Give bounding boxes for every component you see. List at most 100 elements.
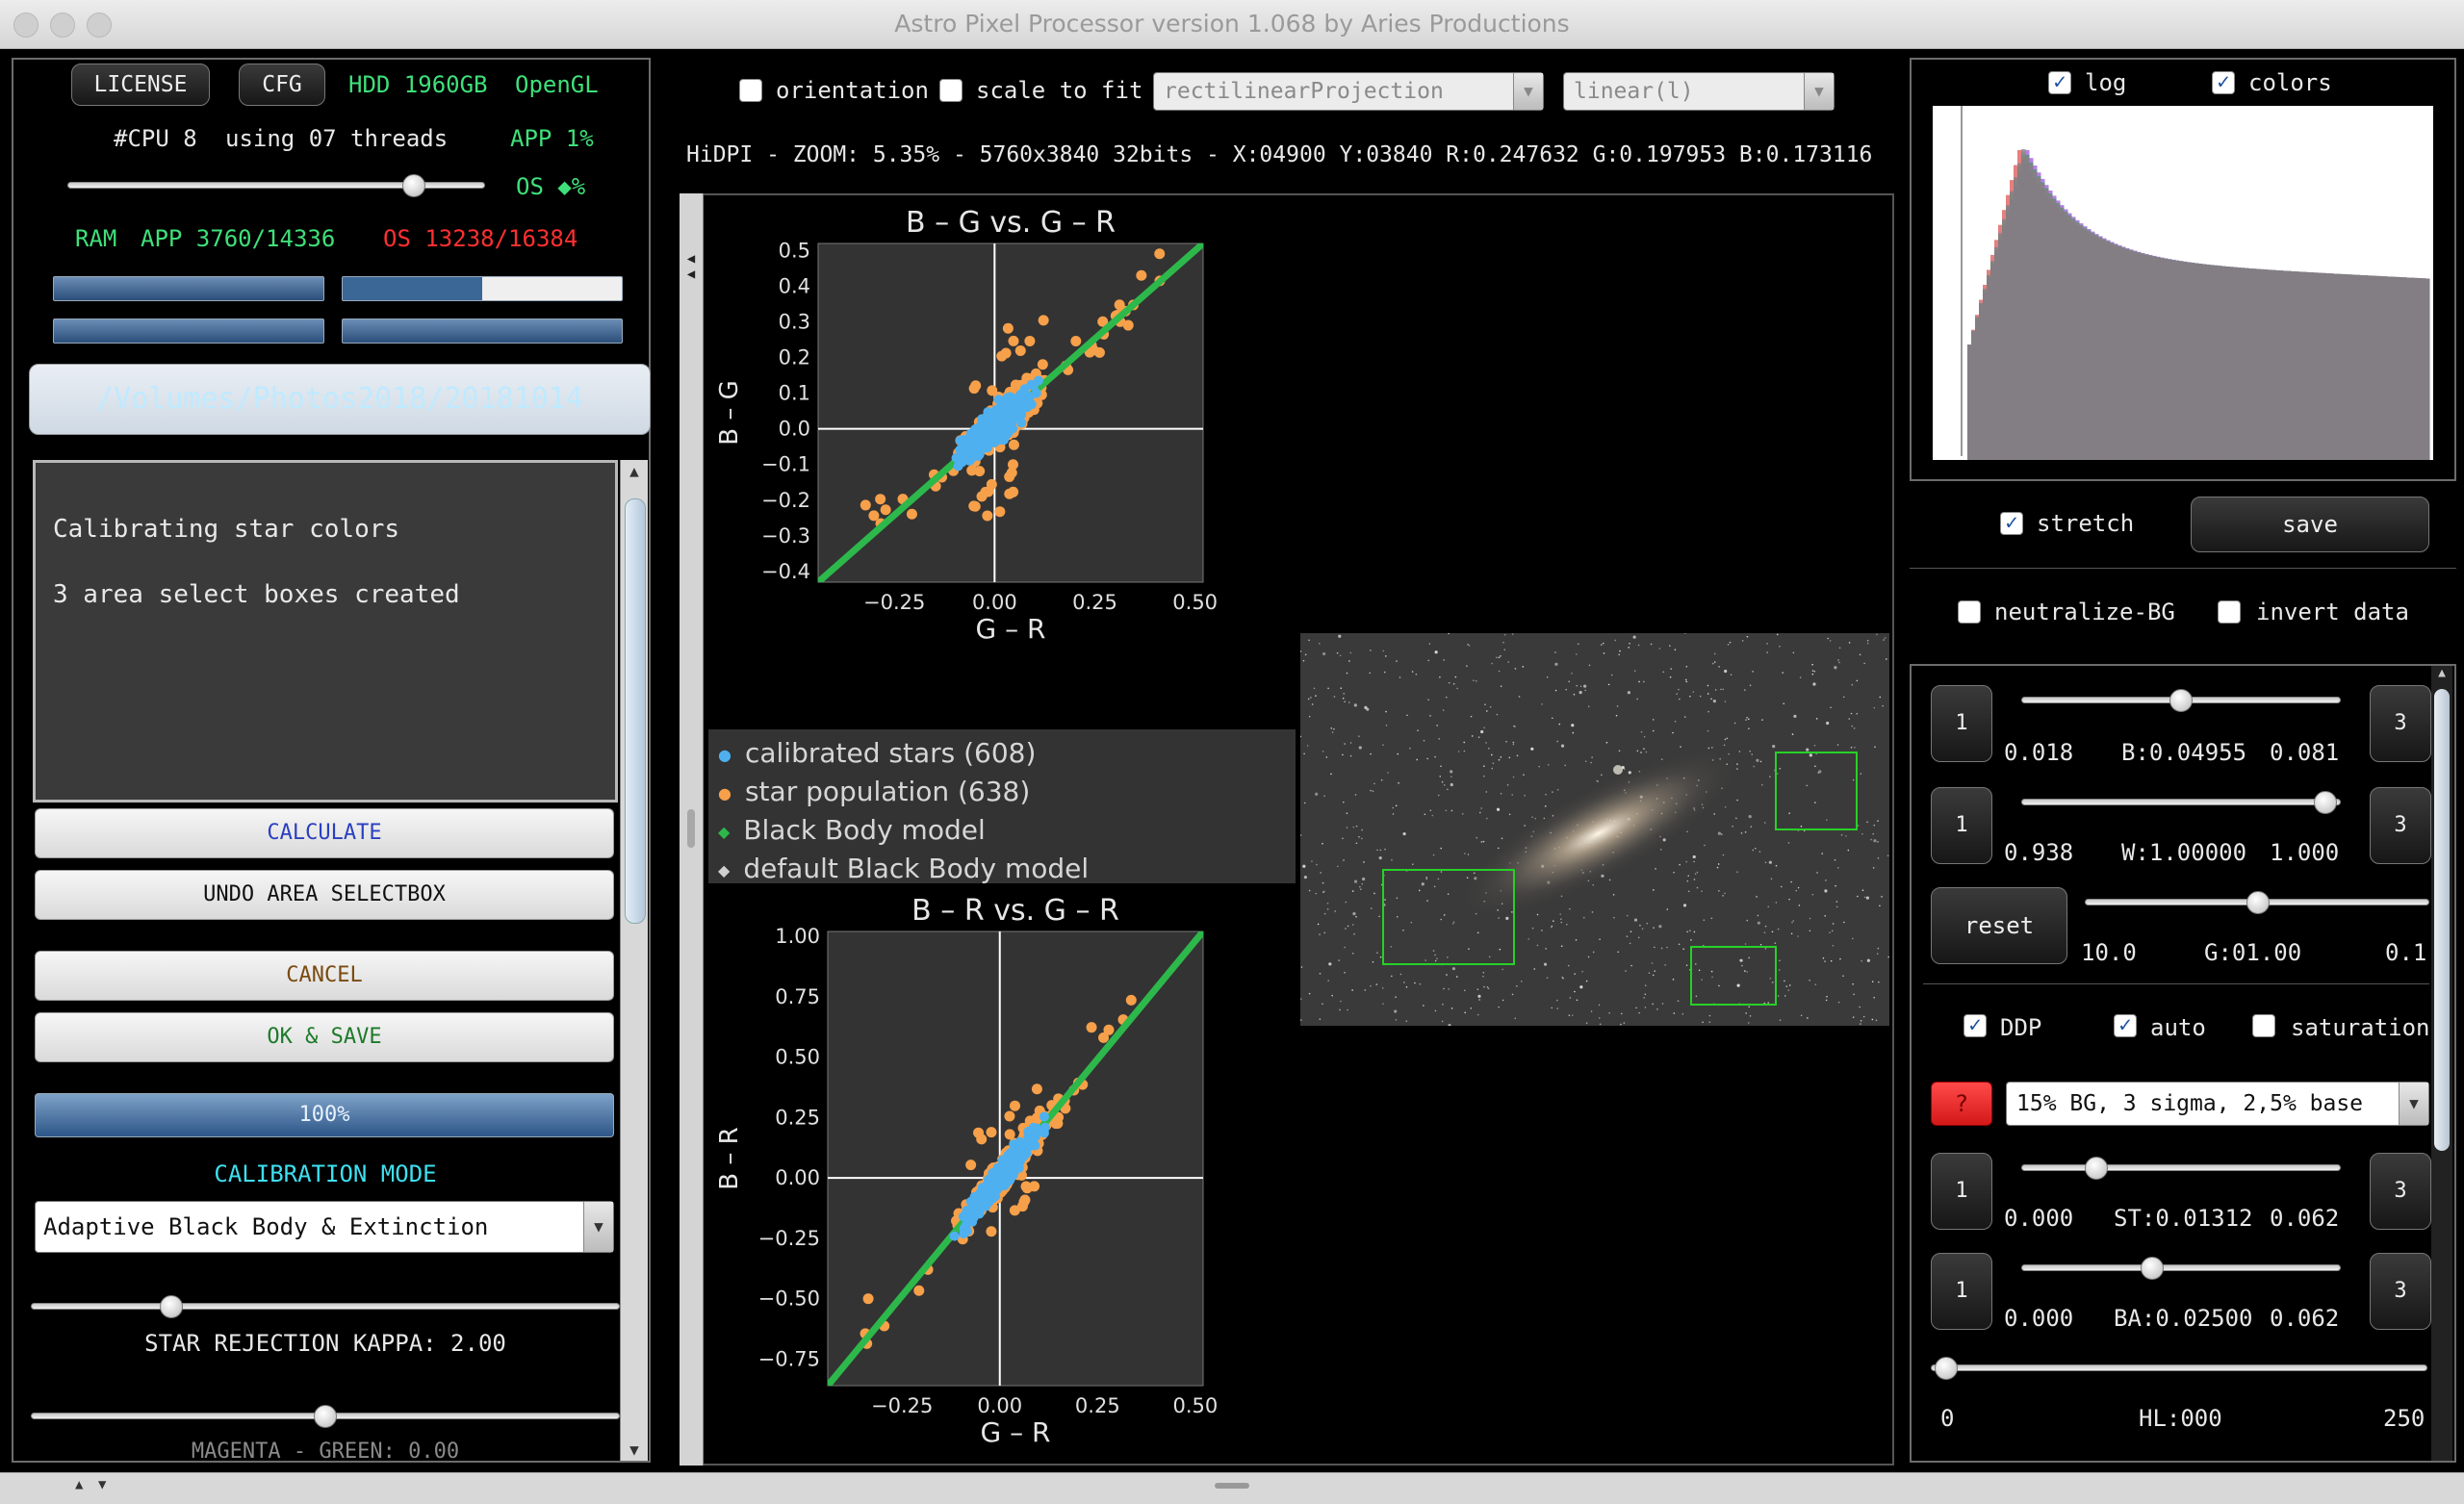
star [1541,930,1543,931]
star [1628,647,1630,649]
star [1447,893,1450,896]
star [1637,936,1640,939]
star [1353,932,1355,935]
st-step-1-button[interactable]: 1 [1931,1153,1992,1230]
scroll-up-icon[interactable]: ▲ [621,462,648,480]
histogram-bar [2202,264,2207,460]
histogram-bar [2279,270,2284,460]
x-tick-label: 0.25 [1075,1394,1120,1417]
star [1307,698,1310,701]
cfg-button[interactable]: CFG [239,64,325,106]
star [1837,1001,1840,1004]
license-button[interactable]: LICENSE [71,64,210,106]
g-slider-knob[interactable] [2246,891,2270,914]
star [1379,849,1382,852]
ba-slider[interactable] [2021,1264,2341,1271]
histogram-bar [2067,216,2072,460]
star [1752,671,1754,673]
right-scrollbar-thumb[interactable] [2434,689,2450,1151]
w-step-3-button[interactable]: 3 [2370,787,2431,864]
preset-dropdown-icon[interactable]: ▼ [2399,1083,2428,1125]
stretch-mode-select[interactable]: linear(l) ▼ [1563,72,1835,111]
collapse-left-icon-2[interactable]: ◀ [680,267,703,282]
star [1506,783,1509,786]
colors-checkbox[interactable]: ✓ [2212,71,2235,94]
left-scrollbar[interactable]: ▲ ▼ [620,460,648,1461]
star [1695,995,1698,998]
ok-save-button[interactable]: OK & SAVE [35,1012,614,1062]
star [1319,642,1321,645]
calibration-mode-select[interactable]: Adaptive Black Body & Extinction ▼ [35,1201,614,1253]
scale-to-fit-checkbox[interactable] [939,79,962,102]
neutralize-bg-checkbox[interactable] [1958,600,1981,624]
auto-checkbox[interactable]: ✓ [2114,1014,2137,1037]
right-scroll-up-icon[interactable]: ▲ [2431,666,2452,680]
star [1379,956,1382,958]
viewer-side-handle[interactable]: ◀ ◀ [680,193,704,1466]
expand-up-icon[interactable]: ▲ [75,1477,83,1492]
right-scrollbar[interactable]: ▲ [2431,666,2452,1461]
ddp-preset-select[interactable]: 15% BG, 3 sigma, 2,5% base ▼ [2006,1082,2429,1126]
b-step-1-button[interactable]: 1 [1931,685,1992,762]
ba-step-1-button[interactable]: 1 [1931,1253,1992,1330]
star [1489,705,1492,708]
resize-grip[interactable] [1215,1483,1249,1489]
log-checkbox[interactable]: ✓ [2048,71,2071,94]
star [1759,943,1762,946]
cancel-button[interactable]: CANCEL [35,951,614,1001]
star [1382,650,1385,652]
w-slider[interactable] [2021,799,2341,805]
invert-data-checkbox[interactable] [2218,600,2241,624]
reset-button[interactable]: reset [1931,887,2067,964]
ddp-checkbox[interactable]: ✓ [1964,1014,1987,1037]
calculate-button[interactable]: CALCULATE [35,808,614,858]
saturation-checkbox[interactable] [2252,1014,2275,1037]
left-scrollbar-thumb[interactable] [625,498,646,924]
threads-slider-knob[interactable] [402,174,425,197]
star [1724,805,1727,808]
drag-grip[interactable] [687,809,695,848]
star [1852,1016,1855,1018]
ddp-label: DDP [2000,1014,2042,1041]
projection-dropdown-icon[interactable]: ▼ [1513,73,1543,110]
save-button[interactable]: save [2191,497,2429,552]
hl-slider[interactable] [1931,1364,2427,1371]
star-field-image[interactable] [1300,633,1889,1026]
star [1370,907,1373,909]
magenta-green-slider-knob[interactable] [314,1405,337,1428]
stretch-dropdown-icon[interactable]: ▼ [1804,73,1834,110]
projection-select[interactable]: rectilinearProjection ▼ [1153,72,1544,111]
b-slider-knob[interactable] [2169,689,2193,712]
b-step-3-button[interactable]: 3 [2370,685,2431,762]
working-directory[interactable]: /Volumes/Photos2018/20181014 [29,364,651,435]
orientation-checkbox[interactable] [739,79,762,102]
dropdown-arrow-icon[interactable]: ▼ [583,1202,613,1252]
expand-down-icon[interactable]: ▼ [98,1477,106,1492]
star [1547,764,1550,766]
star [1456,687,1458,690]
st-step-3-button[interactable]: 3 [2370,1153,2431,1230]
st-slider[interactable] [2021,1164,2341,1171]
collapse-left-icon[interactable]: ◀ [680,251,703,267]
star [1492,762,1495,764]
st-slider-knob[interactable] [2085,1157,2108,1180]
histogram-bar [2379,276,2384,460]
ba-slider-knob[interactable] [2141,1257,2164,1280]
star [1418,889,1421,892]
undo-area-selectbox-button[interactable]: UNDO AREA SELECTBOX [35,870,614,920]
w-slider-knob[interactable] [2314,791,2337,814]
hl-slider-knob[interactable] [1935,1357,1958,1380]
star [1363,861,1365,863]
star [1626,935,1629,937]
kappa-slider[interactable] [31,1303,620,1310]
stretch-checkbox[interactable]: ✓ [2000,512,2023,535]
w-step-1-button[interactable]: 1 [1931,787,1992,864]
star [1809,930,1811,932]
star [1303,802,1306,804]
star [1859,653,1861,656]
star [1605,741,1608,744]
star [1302,659,1305,662]
ba-step-3-button[interactable]: 3 [2370,1253,2431,1330]
help-button[interactable]: ? [1931,1082,1992,1126]
kappa-slider-knob[interactable] [160,1295,183,1318]
